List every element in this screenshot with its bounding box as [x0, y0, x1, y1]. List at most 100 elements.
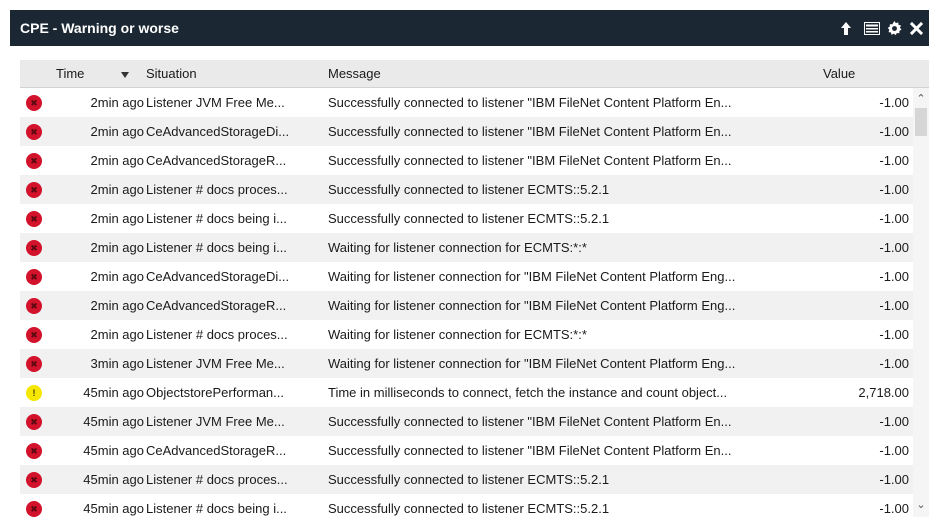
table-row[interactable]: ✖ 2min ago CeAdvancedStorageR... Waiting fo… — [20, 291, 913, 320]
value-cell: -1.00 — [879, 153, 909, 168]
situation-cell: Listener JVM Free Me... — [146, 414, 285, 429]
table-row[interactable]: ✖ 2min ago Listener # docs being i... Waiti… — [20, 233, 913, 262]
value-cell: -1.00 — [879, 472, 909, 487]
time-cell: 45min ago — [83, 414, 144, 429]
time-cell: 45min ago — [83, 385, 144, 400]
table-row[interactable]: ✖ 45min ago Listener # docs proces... Succe… — [20, 465, 913, 494]
table-row[interactable]: ✖ 45min ago Listener # docs being i... Succ… — [20, 494, 913, 517]
critical-severity-icon: ✖ — [26, 269, 42, 285]
value-cell: 2,718.00 — [858, 385, 909, 400]
situation-cell: Listener # docs proces... — [146, 182, 288, 197]
situation-cell: Listener # docs proces... — [146, 327, 288, 342]
critical-severity-icon: ✖ — [26, 327, 42, 343]
message-cell: Successfully connected to listener "IBM … — [328, 414, 732, 429]
table-view-icon[interactable] — [864, 20, 880, 36]
message-cell: Waiting for listener connection for "IBM… — [328, 269, 736, 284]
time-cell: 2min ago — [90, 124, 144, 139]
message-cell: Successfully connected to listener ECMTS… — [328, 472, 610, 487]
time-cell: 2min ago — [90, 153, 144, 168]
situation-cell: CeAdvancedStorageR... — [146, 298, 287, 313]
situation-cell: Listener # docs being i... — [146, 211, 287, 226]
panel-titlebar: CPE - Warning or worse — [10, 10, 929, 46]
value-cell: -1.00 — [879, 298, 909, 313]
panel-title: CPE - Warning or worse — [20, 20, 179, 36]
scrollbar-thumb[interactable] — [915, 108, 927, 136]
table-row[interactable]: ✖ 45min ago CeAdvancedStorageR... Successfu… — [20, 436, 913, 465]
table-row[interactable]: ✖ 45min ago Listener JVM Free Me... Success… — [20, 407, 913, 436]
value-cell: -1.00 — [879, 414, 909, 429]
value-cell: -1.00 — [879, 356, 909, 371]
table-row[interactable]: ✖ 2min ago Listener JVM Free Me... Successf… — [20, 88, 913, 117]
message-cell: Successfully connected to listener ECMTS… — [328, 182, 610, 197]
value-cell: -1.00 — [879, 124, 909, 139]
time-cell: 2min ago — [90, 182, 144, 197]
critical-severity-icon: ✖ — [26, 211, 42, 227]
time-cell: 2min ago — [90, 269, 144, 284]
table-row[interactable]: ! 45min ago ObjectstorePerforman... Time in… — [20, 378, 913, 407]
column-header-time[interactable]: Time — [56, 66, 84, 81]
situation-cell: CeAdvancedStorageDi... — [146, 124, 290, 139]
message-cell: Waiting for listener connection for "IBM… — [328, 356, 736, 371]
critical-severity-icon: ✖ — [26, 356, 42, 372]
table-row[interactable]: ✖ 2min ago CeAdvancedStorageR... Successful… — [20, 146, 913, 175]
sort-descending-icon[interactable] — [120, 67, 130, 82]
column-header-message[interactable]: Message — [328, 66, 381, 81]
table-row[interactable]: ✖ 2min ago Listener # docs proces... Waitin… — [20, 320, 913, 349]
situation-cell: CeAdvancedStorageR... — [146, 153, 287, 168]
critical-severity-icon: ✖ — [26, 153, 42, 169]
column-header-value[interactable]: Value — [823, 66, 855, 81]
situation-cell: Listener # docs being i... — [146, 501, 287, 516]
value-cell: -1.00 — [879, 182, 909, 197]
gear-icon[interactable] — [886, 20, 902, 36]
message-cell: Successfully connected to listener "IBM … — [328, 443, 732, 458]
time-cell: 2min ago — [90, 327, 144, 342]
critical-severity-icon: ✖ — [26, 182, 42, 198]
time-cell: 45min ago — [83, 443, 144, 458]
scroll-down-icon[interactable]: ⌄ — [913, 496, 929, 512]
message-cell: Successfully connected to listener "IBM … — [328, 124, 732, 139]
time-cell: 2min ago — [90, 240, 144, 255]
time-cell: 2min ago — [90, 95, 144, 110]
cpe-warning-panel: CPE - Warning or worse Time Situation Me… — [0, 0, 929, 517]
table-row[interactable]: ✖ 2min ago Listener # docs proces... Succes… — [20, 175, 913, 204]
message-cell: Waiting for listener connection for ECMT… — [328, 240, 587, 255]
table-row[interactable]: ✖ 2min ago CeAdvancedStorageDi... Waiting f… — [20, 262, 913, 291]
value-cell: -1.00 — [879, 240, 909, 255]
critical-severity-icon: ✖ — [26, 472, 42, 488]
message-cell: Successfully connected to listener ECMTS… — [328, 501, 610, 516]
export-icon[interactable] — [838, 20, 854, 36]
value-cell: -1.00 — [879, 501, 909, 516]
value-cell: -1.00 — [879, 211, 909, 226]
table-row[interactable]: ✖ 2min ago CeAdvancedStorageDi... Successfu… — [20, 117, 913, 146]
column-header-situation[interactable]: Situation — [146, 66, 197, 81]
table-row[interactable]: ✖ 3min ago Listener JVM Free Me... Waiting … — [20, 349, 913, 378]
critical-severity-icon: ✖ — [26, 298, 42, 314]
table-row[interactable]: ✖ 2min ago Listener # docs being i... Succe… — [20, 204, 913, 233]
time-cell: 3min ago — [90, 356, 144, 371]
critical-severity-icon: ✖ — [26, 414, 42, 430]
critical-severity-icon: ✖ — [26, 124, 42, 140]
scroll-up-icon[interactable]: ⌃ — [913, 90, 929, 106]
critical-severity-icon: ✖ — [26, 443, 42, 459]
time-cell: 2min ago — [90, 211, 144, 226]
message-cell: Waiting for listener connection for "IBM… — [328, 298, 736, 313]
situation-cell: CeAdvancedStorageR... — [146, 443, 287, 458]
time-cell: 45min ago — [83, 472, 144, 487]
message-cell: Successfully connected to listener "IBM … — [328, 153, 732, 168]
situation-cell: Listener # docs being i... — [146, 240, 287, 255]
table-header: Time Situation Message Value — [20, 60, 929, 88]
value-cell: -1.00 — [879, 327, 909, 342]
message-cell: Time in milliseconds to connect, fetch t… — [328, 385, 728, 400]
critical-severity-icon: ✖ — [26, 95, 42, 111]
message-cell: Successfully connected to listener "IBM … — [328, 95, 732, 110]
close-icon[interactable] — [908, 20, 924, 36]
situation-cell: Listener # docs proces... — [146, 472, 288, 487]
time-cell: 2min ago — [90, 298, 144, 313]
vertical-scrollbar[interactable]: ⌃ ⌄ — [913, 88, 929, 517]
value-cell: -1.00 — [879, 443, 909, 458]
critical-severity-icon: ✖ — [26, 501, 42, 517]
critical-severity-icon: ✖ — [26, 240, 42, 256]
situation-table: Time Situation Message Value ✖ 2min ago Li… — [20, 60, 929, 517]
situation-cell: Listener JVM Free Me... — [146, 356, 285, 371]
situation-cell: Listener JVM Free Me... — [146, 95, 285, 110]
